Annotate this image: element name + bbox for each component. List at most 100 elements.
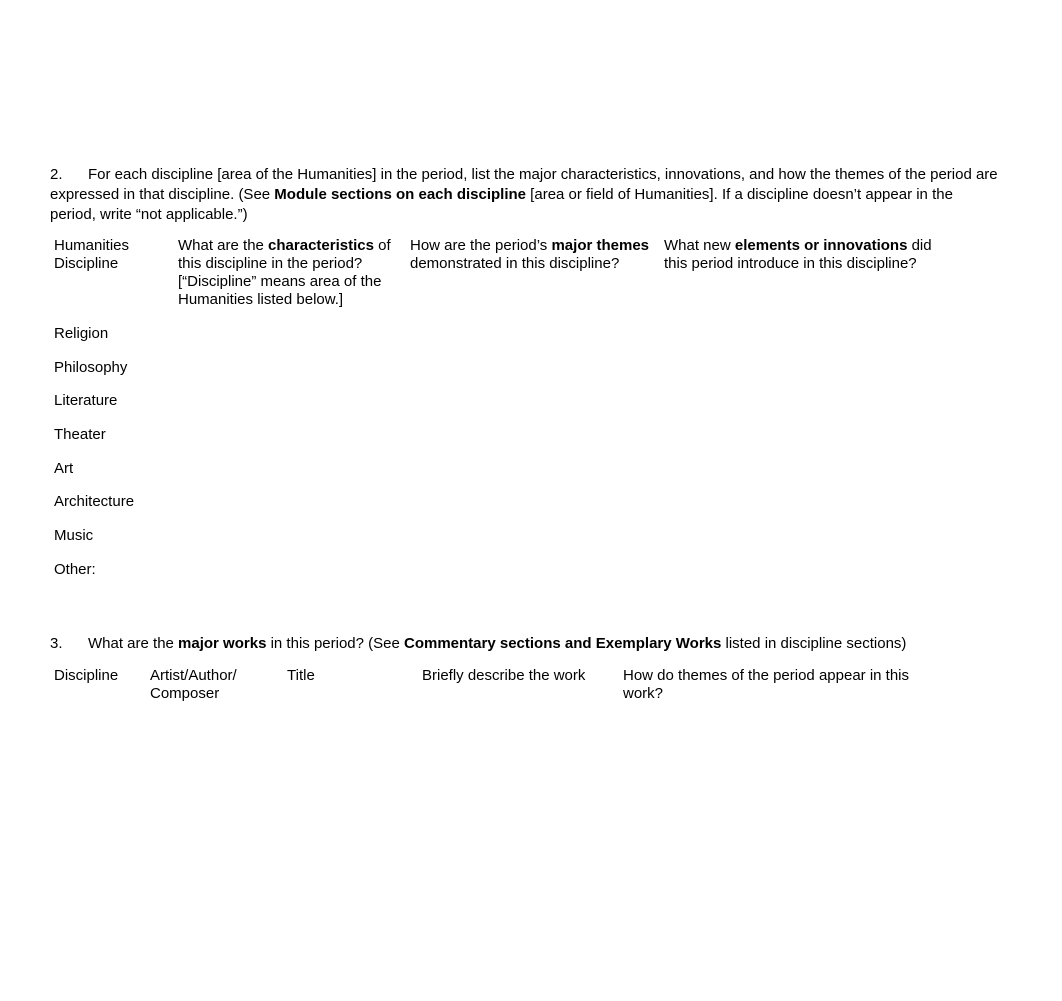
- cell-elements-innovations[interactable]: [664, 491, 954, 525]
- cell-work-description[interactable]: [422, 707, 623, 737]
- header-seg: What are the: [178, 237, 269, 254]
- cell-work-description[interactable]: [422, 737, 623, 767]
- question-3-number: 3.: [50, 635, 63, 652]
- table-header-row: Humanities Discipline What are the chara…: [54, 237, 954, 323]
- cell-discipline-name: Philosophy: [54, 358, 128, 376]
- cell-work-themes[interactable]: [623, 767, 954, 797]
- cell-characteristics[interactable]: [178, 424, 410, 458]
- column-header-period-themes: How do themes of the period appear in th…: [623, 667, 954, 707]
- table-row: [54, 737, 954, 767]
- column-header-artist-author-composer-text: Artist/Author/ Composer: [150, 667, 237, 702]
- header-seg-bold: major themes: [551, 237, 650, 254]
- cell-work-title[interactable]: [287, 797, 422, 827]
- column-header-elements-innovations: What new elements or innovations did thi…: [664, 237, 954, 323]
- cell-work-themes[interactable]: [623, 797, 954, 827]
- cell-work-title[interactable]: [287, 767, 422, 797]
- header-seg: How are the period’s: [410, 237, 552, 254]
- cell-elements-innovations[interactable]: [664, 323, 954, 357]
- cell-work-discipline[interactable]: [54, 737, 150, 767]
- table-row: Architecture: [54, 491, 954, 525]
- cell-elements-innovations[interactable]: [664, 390, 954, 424]
- cell-discipline-name: Music: [54, 527, 94, 545]
- cell-work-artist[interactable]: [150, 707, 287, 737]
- cell-work-discipline[interactable]: [54, 707, 150, 737]
- column-header-title: Title: [287, 667, 422, 707]
- column-header-describe-work-text: Briefly describe the work: [422, 667, 586, 684]
- cell-work-artist[interactable]: [150, 737, 287, 767]
- table-row: Theater: [54, 424, 954, 458]
- cell-characteristics[interactable]: [178, 390, 410, 424]
- question-3-text-part-2: in this period? (See: [266, 635, 404, 652]
- table-header-row: Discipline Artist/Author/ Composer Title…: [54, 667, 954, 707]
- column-header-title-text: Title: [287, 667, 315, 684]
- column-header-humanities-discipline: Humanities Discipline: [54, 237, 178, 323]
- cell-discipline-name: Architecture: [54, 493, 135, 511]
- table-row: Other:: [54, 559, 954, 593]
- column-header-elements-innovations-text: What new elements or innovations did thi…: [664, 237, 954, 273]
- column-header-discipline-text: Discipline: [54, 667, 119, 684]
- cell-characteristics[interactable]: [178, 525, 410, 559]
- table-row: [54, 797, 954, 827]
- cell-work-discipline[interactable]: [54, 767, 150, 797]
- cell-work-themes[interactable]: [623, 707, 954, 737]
- cell-elements-innovations[interactable]: [664, 559, 954, 593]
- header-seg-bold: elements or innovations: [734, 237, 908, 254]
- cell-work-themes[interactable]: [623, 737, 954, 767]
- header-seg: Humanities Discipline: [54, 237, 130, 272]
- table-row: Philosophy: [54, 357, 954, 391]
- question-3-bold-major-works: major works: [178, 635, 267, 652]
- column-header-major-themes: How are the period’s major themes demons…: [410, 237, 664, 323]
- question-3-text-part-3: listed in discipline sections): [721, 635, 907, 652]
- column-header-describe-work: Briefly describe the work: [422, 667, 623, 707]
- cell-characteristics[interactable]: [178, 357, 410, 391]
- column-header-humanities-discipline-text: Humanities Discipline: [54, 237, 178, 273]
- column-header-major-themes-text: How are the period’s major themes demons…: [410, 237, 664, 273]
- cell-major-themes[interactable]: [410, 390, 664, 424]
- table-row: [54, 767, 954, 797]
- cell-work-title[interactable]: [287, 737, 422, 767]
- cell-major-themes[interactable]: [410, 424, 664, 458]
- cell-discipline-name: Other:: [54, 560, 96, 578]
- cell-discipline-name: Literature: [54, 392, 118, 410]
- cell-major-themes[interactable]: [410, 491, 664, 525]
- cell-discipline-name: Art: [54, 459, 74, 477]
- cell-characteristics[interactable]: [178, 559, 410, 593]
- works-table-body: [54, 707, 954, 827]
- cell-characteristics[interactable]: [178, 491, 410, 525]
- cell-major-themes[interactable]: [410, 559, 664, 593]
- table-row: Religion: [54, 323, 954, 357]
- cell-discipline-name: Religion: [54, 325, 109, 342]
- table-row: Art: [54, 458, 954, 492]
- cell-major-themes[interactable]: [410, 525, 664, 559]
- table-row: [54, 707, 954, 737]
- cell-elements-innovations[interactable]: [664, 525, 954, 559]
- cell-work-description[interactable]: [422, 797, 623, 827]
- disciplines-table-head: Humanities Discipline What are the chara…: [54, 237, 954, 323]
- cell-major-themes[interactable]: [410, 458, 664, 492]
- cell-major-themes[interactable]: [410, 323, 664, 357]
- question-2-paragraph: 2. For each discipline [area of the Human…: [50, 165, 998, 225]
- cell-characteristics[interactable]: [178, 323, 410, 357]
- disciplines-table: Humanities Discipline What are the chara…: [54, 237, 954, 593]
- works-table-head: Discipline Artist/Author/ Composer Title…: [54, 667, 954, 707]
- question-3-paragraph: 3. What are the major works in this perio…: [50, 634, 930, 654]
- cell-work-discipline[interactable]: [54, 797, 150, 827]
- major-works-table: Discipline Artist/Author/ Composer Title…: [54, 667, 954, 827]
- question-2-bold-phrase: Module sections on each discipline: [274, 186, 527, 203]
- table-row: Literature: [54, 390, 954, 424]
- cell-elements-innovations[interactable]: [664, 458, 954, 492]
- header-seg: demonstrated in this discipline?: [410, 255, 620, 272]
- header-seg: What new: [664, 237, 735, 254]
- question-3-bold-commentary-sections: Commentary sections and Exemplary Works: [404, 635, 722, 652]
- cell-characteristics[interactable]: [178, 458, 410, 492]
- question-3-text: What are the major works in this period?…: [88, 635, 906, 652]
- cell-major-themes[interactable]: [410, 357, 664, 391]
- cell-elements-innovations[interactable]: [664, 424, 954, 458]
- cell-work-artist[interactable]: [150, 797, 287, 827]
- cell-work-description[interactable]: [422, 767, 623, 797]
- cell-elements-innovations[interactable]: [664, 357, 954, 391]
- cell-work-artist[interactable]: [150, 767, 287, 797]
- table-row: Music: [54, 525, 954, 559]
- column-header-discipline: Discipline: [54, 667, 150, 707]
- cell-work-title[interactable]: [287, 707, 422, 737]
